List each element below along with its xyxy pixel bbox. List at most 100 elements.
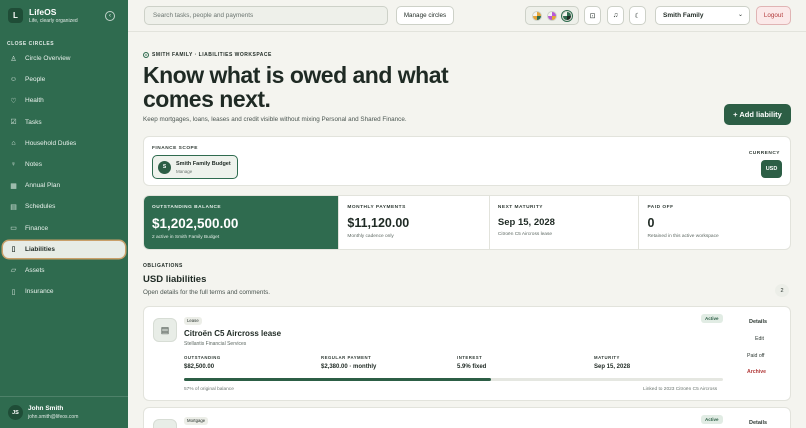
sidebar-item-label: Health xyxy=(25,97,44,105)
paid-off-button[interactable]: Paid off xyxy=(747,353,765,359)
progress-text: 57% of original balance xyxy=(184,387,234,392)
collapse-sidebar-button[interactable]: ‹ xyxy=(105,11,115,21)
sidebar-item-circle-overview[interactable]: ♙ Circle Overview xyxy=(3,50,125,67)
stat-sub: Citroën C5 Aircross lease xyxy=(497,232,553,237)
sidebar-item-household-duties[interactable]: ⌂ Household Duties xyxy=(3,135,125,152)
obligations-subtitle: Open details for the full terms and comm… xyxy=(143,289,271,296)
add-liability-button[interactable]: + Add liability xyxy=(724,104,791,125)
stat-label: NEXT MATURITY xyxy=(497,205,543,210)
scope-chip-sub: Manage xyxy=(176,168,193,174)
manage-circles-button[interactable]: Manage circles xyxy=(396,6,454,25)
scope-chip[interactable]: S Smith Family Budget Manage xyxy=(152,155,238,179)
stat-value: 0 xyxy=(647,216,655,230)
sidebar-item-annual-plan[interactable]: ▦ Annual Plan xyxy=(3,177,125,194)
scope-chip-avatar: S xyxy=(158,160,171,174)
sidebar-item-liabilities[interactable]: ▯ Liabilities xyxy=(3,240,125,258)
liability-card[interactable]: ▤ Mortgage Active Details xyxy=(143,407,791,428)
dot-icon xyxy=(143,52,149,58)
logout-button[interactable]: Logout xyxy=(756,6,791,25)
obligations-title: USD liabilities xyxy=(143,274,207,285)
folder-icon: ▱ xyxy=(10,267,17,275)
sidebar-item-label: Household Duties xyxy=(25,139,77,147)
bell-icon: ♫ xyxy=(612,12,619,19)
sidebar-item-label: Assets xyxy=(25,266,45,274)
page-eyebrow: SMITH FAMILY · LIABILITIES WORKSPACE xyxy=(143,52,272,58)
field-label: MATURITY xyxy=(594,355,620,360)
stat-sub: Monthly cadence only xyxy=(347,234,394,239)
stat-outstanding: OUTSTANDING BALANCE $1,202,500.00 2 acti… xyxy=(144,196,340,249)
calendar-icon: ▤ xyxy=(10,203,17,211)
field-value: $2,380.00 · monthly xyxy=(321,364,377,370)
sidebar-item-people[interactable]: ☺ People xyxy=(3,71,125,88)
sidebar-item-assets[interactable]: ▱ Assets xyxy=(3,262,125,279)
stat-paid-off: PAID OFF 0 Retained in this active works… xyxy=(639,196,790,249)
stat-next-maturity: NEXT MATURITY Sep 15, 2028 Citroën C5 Ai… xyxy=(490,196,640,249)
edit-button[interactable]: Edit xyxy=(755,336,764,342)
stat-sub: Retained in this active workspace xyxy=(647,234,719,239)
details-button[interactable]: Details xyxy=(749,319,767,325)
field-value: 5.9% fixed xyxy=(457,364,487,370)
currency-label: CURRENCY xyxy=(748,151,780,156)
people-icon: ☺ xyxy=(9,76,18,84)
theme-dot-green[interactable] xyxy=(562,10,573,21)
nav-section-label: CLOSE CIRCLES xyxy=(7,41,55,47)
sidebar-item-notes[interactable]: ♀ Notes xyxy=(3,156,125,173)
theme-dot-amber[interactable] xyxy=(531,10,542,21)
sidebar-nav: ♙ Circle Overview ☺ People ♡ Health ☑ Tasks … xyxy=(0,50,128,304)
sidebar-item-schedules[interactable]: ▤ Schedules xyxy=(3,198,125,215)
finance-scope-label: FINANCE SCOPE xyxy=(152,146,198,151)
liability-card[interactable]: ▤ Lease Active Citroën C5 Aircross lease… xyxy=(143,306,791,401)
dark-mode-button[interactable]: ☾ xyxy=(629,6,646,25)
app-logo: L xyxy=(8,8,23,23)
page-title: Know what is owed and what comes next. xyxy=(143,62,449,112)
avatar: JS xyxy=(8,405,23,420)
sidebar: L LifeOS Life, clearly organized ‹ CLOSE… xyxy=(0,0,128,428)
progress-fill xyxy=(184,378,492,381)
app-tagline: Life, clearly organized xyxy=(29,18,78,24)
stat-value: Sep 15, 2028 xyxy=(497,217,555,228)
sidebar-item-label: Circle Overview xyxy=(25,55,71,62)
field-label: INTEREST xyxy=(457,355,483,360)
doc-icon: ▯ xyxy=(11,288,16,296)
field-label: REGULAR PAYMENT xyxy=(321,355,372,360)
user-profile[interactable]: JS John Smith john.smith@lifeos.com xyxy=(0,396,128,428)
focus-button[interactable]: ⊡ xyxy=(584,6,601,25)
notifications-button[interactable]: ♫ xyxy=(607,6,624,25)
finance-scope-card: FINANCE SCOPE S Smith Family Budget Mana… xyxy=(143,136,791,186)
sidebar-item-label: Liabilities xyxy=(25,245,55,253)
liability-title: Citroën C5 Aircross lease xyxy=(184,329,282,338)
linked-asset: Linked to 2023 Citroën C5 Aircross xyxy=(643,387,718,392)
circle-select[interactable]: Smith Family ⌄ xyxy=(655,6,750,25)
sidebar-item-tasks[interactable]: ☑ Tasks xyxy=(3,114,125,131)
sidebar-item-label: Insurance xyxy=(25,288,54,296)
brand[interactable]: L LifeOS Life, clearly organized xyxy=(8,7,78,24)
stat-value: $11,120.00 xyxy=(347,216,410,230)
field-maturity: MATURITY Sep 15, 2028 xyxy=(594,355,630,370)
details-button[interactable]: Details xyxy=(749,420,767,426)
user-name: John Smith xyxy=(28,405,64,412)
search-input[interactable]: Search tasks, people and payments xyxy=(144,6,388,25)
field-interest: INTEREST 5.9% fixed xyxy=(457,355,486,370)
status-badge: Active xyxy=(701,415,723,424)
focus-icon: ⊡ xyxy=(589,12,596,20)
field-value: $82,500.00 xyxy=(184,364,215,370)
stat-monthly: MONTHLY PAYMENTS $11,120.00 Monthly cade… xyxy=(339,196,490,249)
field-value: Sep 15, 2028 xyxy=(594,364,631,370)
obligations-label: OBLIGATIONS xyxy=(143,263,183,269)
page-subtitle: Keep mortgages, loans, leases and credit… xyxy=(143,116,407,123)
liability-type-tag: Lease xyxy=(184,317,202,325)
main-content: SMITH FAMILY · LIABILITIES WORKSPACE Kno… xyxy=(128,32,806,428)
currency-button[interactable]: USD xyxy=(761,160,782,178)
sidebar-item-health[interactable]: ♡ Health xyxy=(3,92,125,109)
bulb-icon: ♀ xyxy=(10,160,17,168)
sidebar-item-label: Schedules xyxy=(25,203,56,211)
sidebar-item-label: Annual Plan xyxy=(25,182,61,190)
stat-label: MONTHLY PAYMENTS xyxy=(347,205,406,210)
sidebar-item-finance[interactable]: ▭ Finance xyxy=(3,220,125,237)
moon-icon: ☾ xyxy=(634,12,641,20)
theme-dot-violet[interactable] xyxy=(546,10,557,21)
archive-button[interactable]: Archive xyxy=(747,369,766,375)
sidebar-item-label: Notes xyxy=(25,160,42,168)
sidebar-item-insurance[interactable]: ▯ Insurance xyxy=(3,283,125,300)
stat-value: $1,202,500.00 xyxy=(152,216,239,231)
